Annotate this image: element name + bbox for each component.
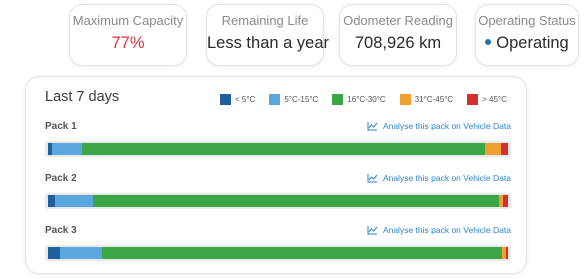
pack-name: Pack 1 [45,121,77,132]
analyse-link-label: Analyse this pack on Vehicle Data [382,173,511,183]
status-dot-icon [485,38,492,45]
segment-5-15 [59,247,103,259]
remaining-life-card: Remaining Life Less than a year [206,4,329,66]
temperature-bar [48,195,508,207]
legend-label: 5°C-15°C [284,95,319,104]
temperature-bar-track [45,141,511,157]
line-chart-icon [367,122,378,131]
legend-label: > 45°C [482,95,507,104]
odometer-reading-value: 708,926 km [354,34,442,52]
analyse-link-label: Analyse this pack on Vehicle Data [382,121,511,131]
temperature-legend: < 5°C 5°C-15°C 16°C-30°C 31°C-45°C > 45°… [220,94,507,105]
analyse-pack-2-link[interactable]: Analyse this pack on Vehicle Data [367,173,511,183]
legend-item-above-45: > 45°C [467,94,507,105]
operating-status-label: Operating Status [478,13,576,28]
legend-swatch [269,94,281,105]
temperature-bar-track [45,193,511,209]
legend-swatch [467,94,479,105]
segment-above-45 [505,247,508,259]
segment-5-15 [55,195,93,207]
maximum-capacity-card: Maximum Capacity 77% [69,4,187,66]
segment-above-45 [503,195,508,207]
temperature-bar [48,143,508,155]
analyse-pack-1-link[interactable]: Analyse this pack on Vehicle Data [367,121,511,131]
segment-below-5 [48,195,56,207]
panel-title: Last 7 days [45,89,120,105]
odometer-reading-label: Odometer Reading [343,13,453,28]
maximum-capacity-value: 77% [111,34,145,52]
segment-below-5 [48,247,60,259]
legend-item-16-30: 16°C-30°C [332,94,386,105]
legend-item-31-45: 31°C-45°C [399,94,454,105]
legend-item-5-15: 5°C-15°C [269,94,318,105]
maximum-capacity-label: Maximum Capacity [72,13,184,28]
remaining-life-label: Remaining Life [221,13,309,28]
legend-swatch [332,94,344,105]
temperature-bar-track [45,245,511,261]
remaining-life-value: Less than a year [207,34,329,52]
legend-swatch [220,94,231,105]
segment-5-15 [51,143,83,155]
odometer-reading-card: Odometer Reading 708,926 km [339,4,457,66]
analyse-pack-3-link[interactable]: Analyse this pack on Vehicle Data [367,225,511,235]
segment-above-45 [501,143,508,155]
line-chart-icon [367,226,378,235]
analyse-link-label: Analyse this pack on Vehicle Data [382,225,511,235]
legend-label: < 5°C [235,95,256,104]
segment-16-30 [82,143,485,155]
segment-31-45 [484,143,502,155]
segment-16-30 [92,195,499,207]
pack-name: Pack 2 [45,173,77,184]
legend-label: 16°C-30°C [347,95,386,104]
operating-status-value: Operating [496,34,569,52]
pack-name: Pack 3 [45,225,77,236]
operating-status-card: Operating Status Operating [475,4,579,66]
temperature-bar [48,247,508,259]
legend-label: 31°C-45°C [414,95,454,104]
segment-16-30 [102,247,503,259]
line-chart-icon [367,174,378,183]
temperature-distribution-panel: Last 7 days < 5°C 5°C-15°C 16°C-30°C 31°… [25,76,527,274]
legend-item-below-5: < 5°C [220,94,255,105]
legend-swatch [399,94,411,105]
operating-status-value-wrap: Operating [476,34,578,53]
